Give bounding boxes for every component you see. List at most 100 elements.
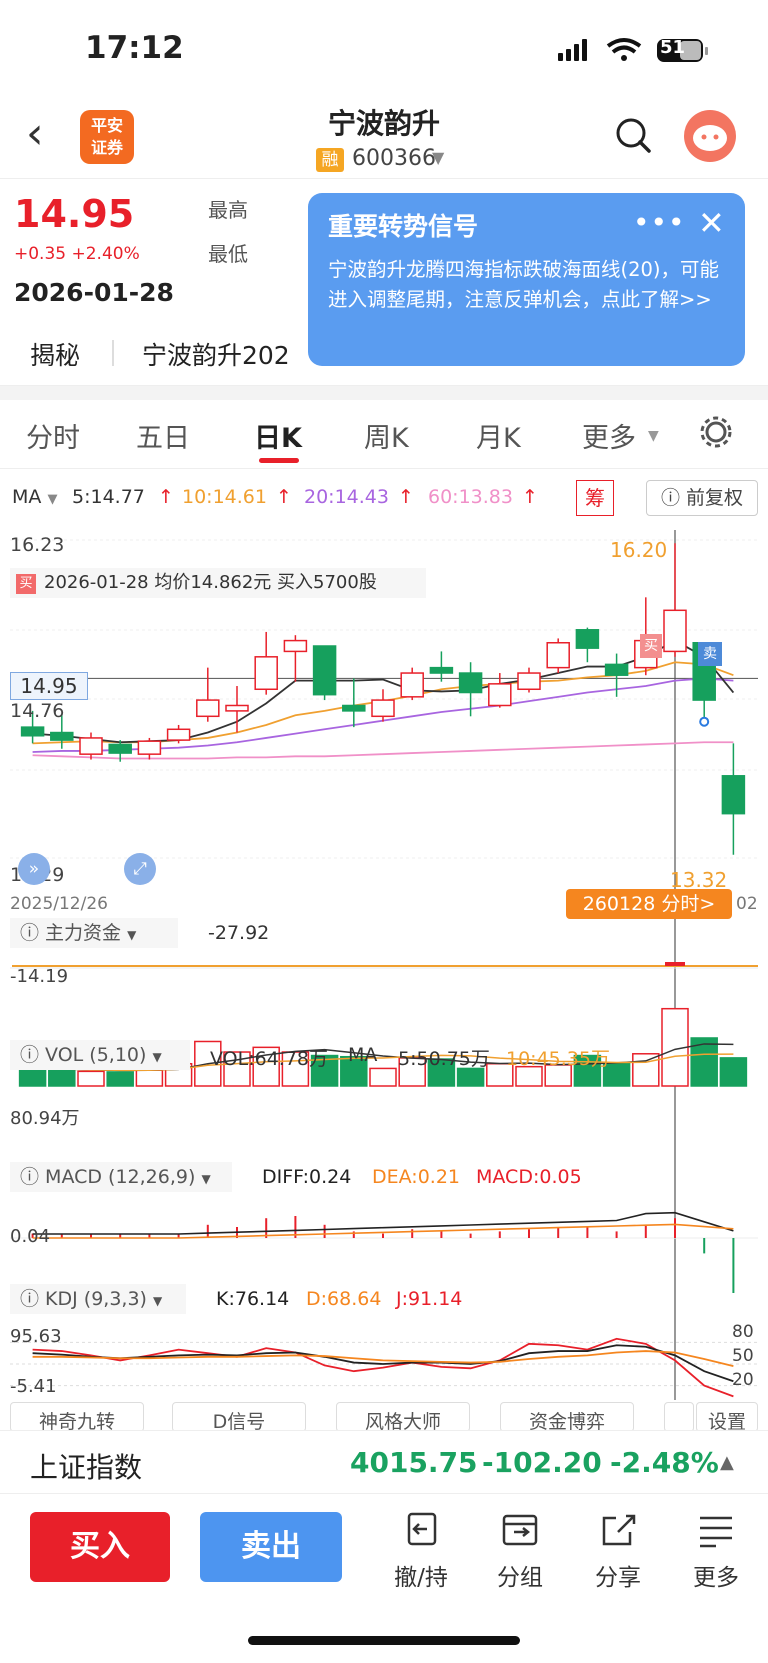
divider (0, 468, 768, 469)
date-start: 2025/12/26 (10, 894, 108, 914)
buy-marker[interactable]: 买 (640, 634, 662, 658)
caret-down-icon[interactable]: ▼ (432, 148, 444, 167)
kdj-d: D:68.64 (306, 1288, 382, 1310)
tab-monthly-k[interactable]: 月K (476, 416, 521, 455)
share-button[interactable]: 分享 (578, 1508, 658, 1592)
candle-body (488, 683, 512, 707)
adjust-button[interactable]: ⓘ 前复权 (646, 480, 758, 516)
tab-5day[interactable]: 五日 (136, 416, 190, 455)
candle-body (429, 666, 454, 674)
candle-body (108, 743, 132, 754)
home-indicator (248, 1636, 520, 1645)
status-icons (558, 38, 708, 62)
candle-body (50, 731, 74, 741)
candle-body (196, 699, 220, 718)
arrow-up-icon: ↑ (398, 486, 414, 508)
candle-body (371, 699, 395, 718)
cancel-hold-button[interactable]: 撤/持 (381, 1508, 461, 1592)
index-pct: -2.48% (610, 1446, 719, 1479)
arrow-up-icon: ↑ (276, 486, 292, 508)
trade-note[interactable]: 2026-01-28 均价14.862元 买入5700股 (10, 568, 426, 598)
more-button[interactable]: 更多 (676, 1508, 756, 1592)
zhuli-axis: -14.19 (10, 966, 69, 987)
candle-body (137, 740, 162, 755)
macd-axis: 0.04 (10, 1226, 51, 1247)
tab-partial[interactable] (664, 1402, 694, 1432)
undo-icon (407, 1512, 437, 1546)
kdj-k-line (32, 1344, 734, 1383)
chevron-up-icon[interactable]: ▲ (720, 1452, 734, 1473)
share-icon (602, 1514, 636, 1546)
kdj-axis-bottom: -5.41 (10, 1376, 57, 1397)
group-button[interactable]: 分组 (480, 1508, 560, 1592)
fenshi-button[interactable]: 260128 分时> (566, 889, 732, 919)
sell-marker[interactable]: 卖 (698, 642, 722, 666)
volume-bar (106, 1071, 134, 1087)
close-icon[interactable]: ✕ (698, 204, 725, 242)
buy-button[interactable]: 买入 (30, 1512, 170, 1582)
kdj-j-line (32, 1337, 734, 1398)
tab-funds[interactable]: 资金博弈 (500, 1402, 634, 1432)
signal-icon (558, 53, 563, 61)
kdj-axis-top: 95.63 (10, 1326, 62, 1347)
separator (112, 340, 114, 366)
ma10-value: 10:14.61 (182, 486, 267, 508)
fullscreen-icon[interactable]: ⤢ (124, 853, 156, 885)
vol-value: VOL:64.78万 (210, 1048, 328, 1070)
last-price: 14.95 (14, 192, 135, 236)
reveal-row[interactable] (0, 318, 768, 386)
kdj-j: J:91.14 (396, 1288, 463, 1310)
y-tick-top: 16.23 (10, 534, 65, 556)
expand-left-icon[interactable]: » (18, 853, 50, 885)
arrow-up-icon: ↑ (522, 486, 538, 508)
index-name: 上证指数 (30, 1451, 143, 1484)
kdj-level-80: 80 (732, 1322, 754, 1342)
tab-daily-k[interactable]: 日K (254, 416, 302, 455)
tab-settings[interactable]: 设置 (696, 1402, 758, 1432)
stock-code[interactable]: 600366 (352, 146, 436, 171)
tab-weekly-k[interactable]: 周K (364, 416, 409, 455)
chip-button[interactable]: 筹 (576, 480, 614, 516)
kdj-selector[interactable]: ⓘ KDJ (9,3,3) ▼ (10, 1284, 186, 1314)
candle-body (721, 775, 746, 815)
candle-body (342, 704, 366, 712)
wifi-icon (606, 38, 642, 48)
candle-body (604, 663, 629, 676)
candle-body (283, 639, 308, 653)
zhuli-value: -27.92 (208, 922, 270, 944)
vol-ma10: 10:45.35万 (506, 1048, 610, 1070)
sell-button[interactable]: 卖出 (200, 1512, 342, 1582)
last-price-tag: 14.95 (10, 672, 88, 700)
search-icon[interactable] (614, 116, 654, 156)
tab-more[interactable]: 更多 (582, 416, 636, 455)
diff-line (32, 1211, 734, 1235)
volume-bar (369, 1067, 397, 1087)
gear-icon[interactable] (698, 414, 734, 450)
candle-body (546, 642, 570, 669)
tab-style[interactable]: 风格大师 (336, 1402, 470, 1432)
candle-body (400, 672, 424, 698)
sell-point (699, 716, 710, 727)
high-label: 最高 (208, 198, 248, 222)
candle-body (663, 609, 687, 653)
macd-selector[interactable]: ⓘ MACD (12,26,9) ▼ (10, 1162, 232, 1192)
status-time: 17:12 (85, 30, 184, 66)
candle-body (79, 737, 103, 755)
tab-underline (259, 458, 299, 463)
reveal-label: 揭秘 (30, 341, 81, 370)
more-icon[interactable]: ••• (633, 206, 686, 239)
ma-selector[interactable]: MA ▼ (12, 486, 57, 508)
tab-fenshi[interactable]: 分时 (26, 416, 80, 455)
vol-selector[interactable]: ⓘ VOL (5,10) ▼ (10, 1040, 190, 1070)
candle-body (517, 672, 541, 691)
volume-bar (135, 1069, 164, 1087)
macd-diff: DIFF:0.24 (262, 1166, 352, 1188)
candle-body (458, 672, 483, 694)
tab-shenqi[interactable]: 神奇九转 (10, 1402, 144, 1432)
candle-body (312, 645, 337, 696)
tab-dsignal[interactable]: D信号 (172, 1402, 306, 1432)
section-gap (0, 386, 768, 400)
popup-body[interactable]: 宁波韵升龙腾四海指标跌破海面线(20)，可能进入调整尾期，注意反弹机会，点此了解… (328, 255, 725, 315)
assistant-avatar-icon[interactable] (684, 110, 736, 162)
zhuli-selector[interactable]: ⓘ 主力资金 ▼ (10, 918, 178, 948)
